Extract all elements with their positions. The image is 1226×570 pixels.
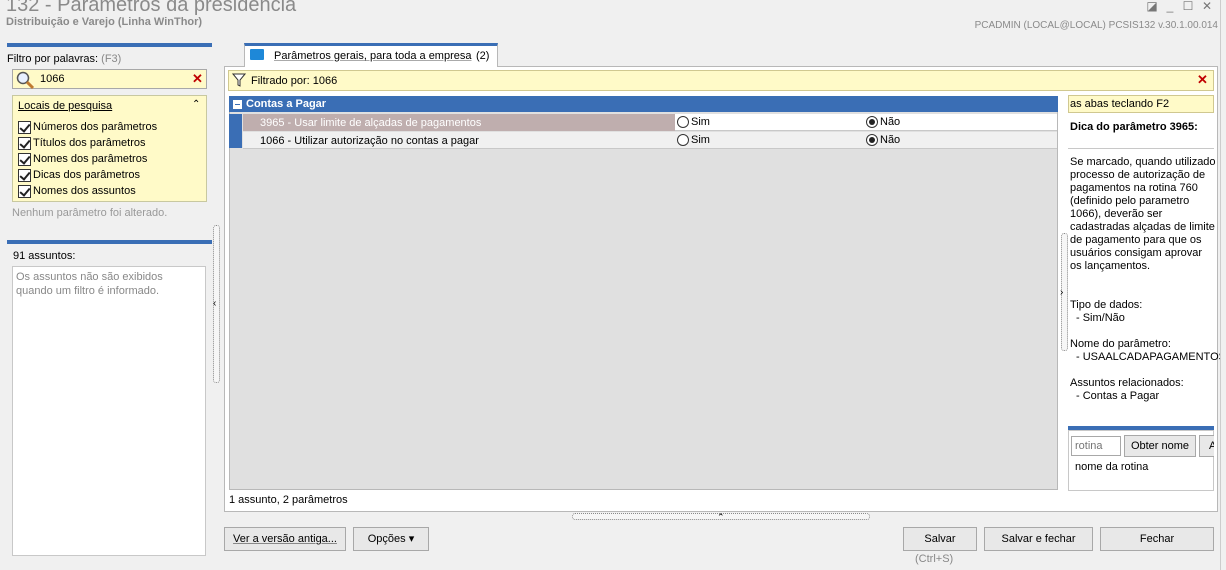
- radio-selected-icon[interactable]: [866, 134, 878, 146]
- subjects-list[interactable]: [12, 266, 206, 556]
- minimize-icon[interactable]: _: [1162, 0, 1178, 14]
- window-border: [1220, 0, 1226, 570]
- radio-sim[interactable]: Sim: [677, 116, 710, 128]
- radio-icon[interactable]: [677, 116, 689, 128]
- close-button[interactable]: Fechar: [1100, 527, 1214, 551]
- radio-nao[interactable]: Não: [866, 134, 900, 146]
- rotina-name: nome da rotina: [1075, 461, 1149, 473]
- param-name-label: Nome do parâmetro:: [1070, 338, 1171, 350]
- subjects-count: 91 assuntos:: [13, 250, 76, 262]
- radio-sim[interactable]: Sim: [677, 134, 710, 146]
- row-label: 3965 - Usar limite de alçadas de pagamen…: [260, 117, 482, 129]
- chevron-left-icon[interactable]: ‹: [213, 298, 216, 309]
- collapse-icon[interactable]: ⌃: [192, 99, 200, 110]
- radio-icon[interactable]: [677, 134, 689, 146]
- checkbox-icon[interactable]: [18, 136, 31, 150]
- checkbox-icon[interactable]: [18, 152, 31, 166]
- maximize-icon[interactable]: ☐: [1180, 0, 1196, 14]
- search-locations-title[interactable]: Locais de pesquisa: [18, 100, 112, 112]
- collapse-group-icon[interactable]: [233, 100, 242, 109]
- checkbox-icon[interactable]: [18, 168, 31, 182]
- help-title: Dica do parâmetro 3965:: [1070, 121, 1198, 133]
- tab-label: Parâmetros gerais, para toda a empresa: [274, 50, 472, 62]
- parameters-grid: [229, 96, 1058, 490]
- extra-button[interactable]: A: [1199, 435, 1214, 457]
- param-name-value: - USAALCADAPAGAMENTOS: [1076, 351, 1226, 363]
- search-icon: [16, 71, 35, 90]
- save-and-close-button[interactable]: Salvar e fechar: [984, 527, 1093, 551]
- checkbox-assuntos[interactable]: Nomes dos assuntos: [18, 183, 136, 199]
- row-indicator: [229, 114, 242, 148]
- checkbox-numeros[interactable]: Números dos parâmetros: [18, 119, 157, 135]
- funnel-icon: [232, 73, 246, 87]
- window-subtitle: Distribuição e Varejo (Linha WinThor): [6, 16, 203, 28]
- status-line: 1 assunto, 2 parâmetros: [229, 494, 348, 506]
- checkbox-dicas[interactable]: Dicas dos parâmetros: [18, 167, 140, 183]
- user-info: PCADMIN (LOCAL@LOCAL) PCSIS132 v.30.1.00…: [974, 20, 1218, 31]
- related-value: - Contas a Pagar: [1076, 390, 1160, 402]
- checkbox-icon[interactable]: [18, 120, 31, 134]
- data-type-label: Tipo de dados:: [1070, 299, 1143, 311]
- search-value: 1066: [40, 73, 65, 85]
- restore-icon[interactable]: ◪: [1144, 0, 1160, 14]
- divider: [1068, 148, 1214, 149]
- filter-bar: [228, 70, 1214, 91]
- window-title: 132 - Parâmetros da presidência: [6, 0, 297, 16]
- checkbox-nomes[interactable]: Nomes dos parâmetros: [18, 151, 147, 167]
- change-status: Nenhum parâmetro foi alterado.: [12, 207, 168, 219]
- subjects-note: Os assuntos não são exibidos quando um f…: [16, 271, 163, 297]
- clear-filter-icon[interactable]: ✕: [1197, 72, 1208, 88]
- group-label: Contas a Pagar: [246, 98, 327, 110]
- obter-nome-button[interactable]: Obter nome: [1124, 435, 1196, 457]
- checkbox-icon[interactable]: [18, 184, 31, 198]
- help-description: Se marcado, quando utilizado processo de…: [1070, 156, 1216, 272]
- folder-icon: [250, 49, 264, 60]
- checkbox-titulos[interactable]: Títulos dos parâmetros: [18, 135, 146, 151]
- data-type-value: - Sim/Não: [1076, 312, 1125, 324]
- filter-label: Filtro por palavras: (F3): [7, 53, 122, 65]
- clear-search-icon[interactable]: ✕: [192, 71, 203, 87]
- chevron-up-icon[interactable]: ⌃: [717, 512, 725, 523]
- chevron-right-icon[interactable]: ›: [1060, 287, 1063, 298]
- radio-selected-icon[interactable]: [866, 116, 878, 128]
- close-icon[interactable]: ✕: [1199, 0, 1215, 14]
- radio-nao[interactable]: Não: [866, 116, 900, 128]
- old-version-button[interactable]: Ver a versão antiga...: [224, 527, 346, 551]
- rotina-input[interactable]: [1071, 436, 1121, 456]
- options-button[interactable]: Opções ▾: [353, 527, 429, 551]
- row-label: 1066 - Utilizar autorização no contas a …: [260, 135, 479, 147]
- filter-bar-label: Filtrado por: 1066: [251, 75, 338, 87]
- tab-count: (2): [476, 50, 490, 62]
- save-button[interactable]: Salvar: [903, 527, 977, 551]
- group-header[interactable]: [229, 96, 1058, 112]
- tip-text: as abas teclando F2: [1070, 98, 1170, 110]
- save-shortcut-hint: (Ctrl+S): [915, 553, 954, 565]
- related-label: Assuntos relacionados:: [1070, 377, 1184, 389]
